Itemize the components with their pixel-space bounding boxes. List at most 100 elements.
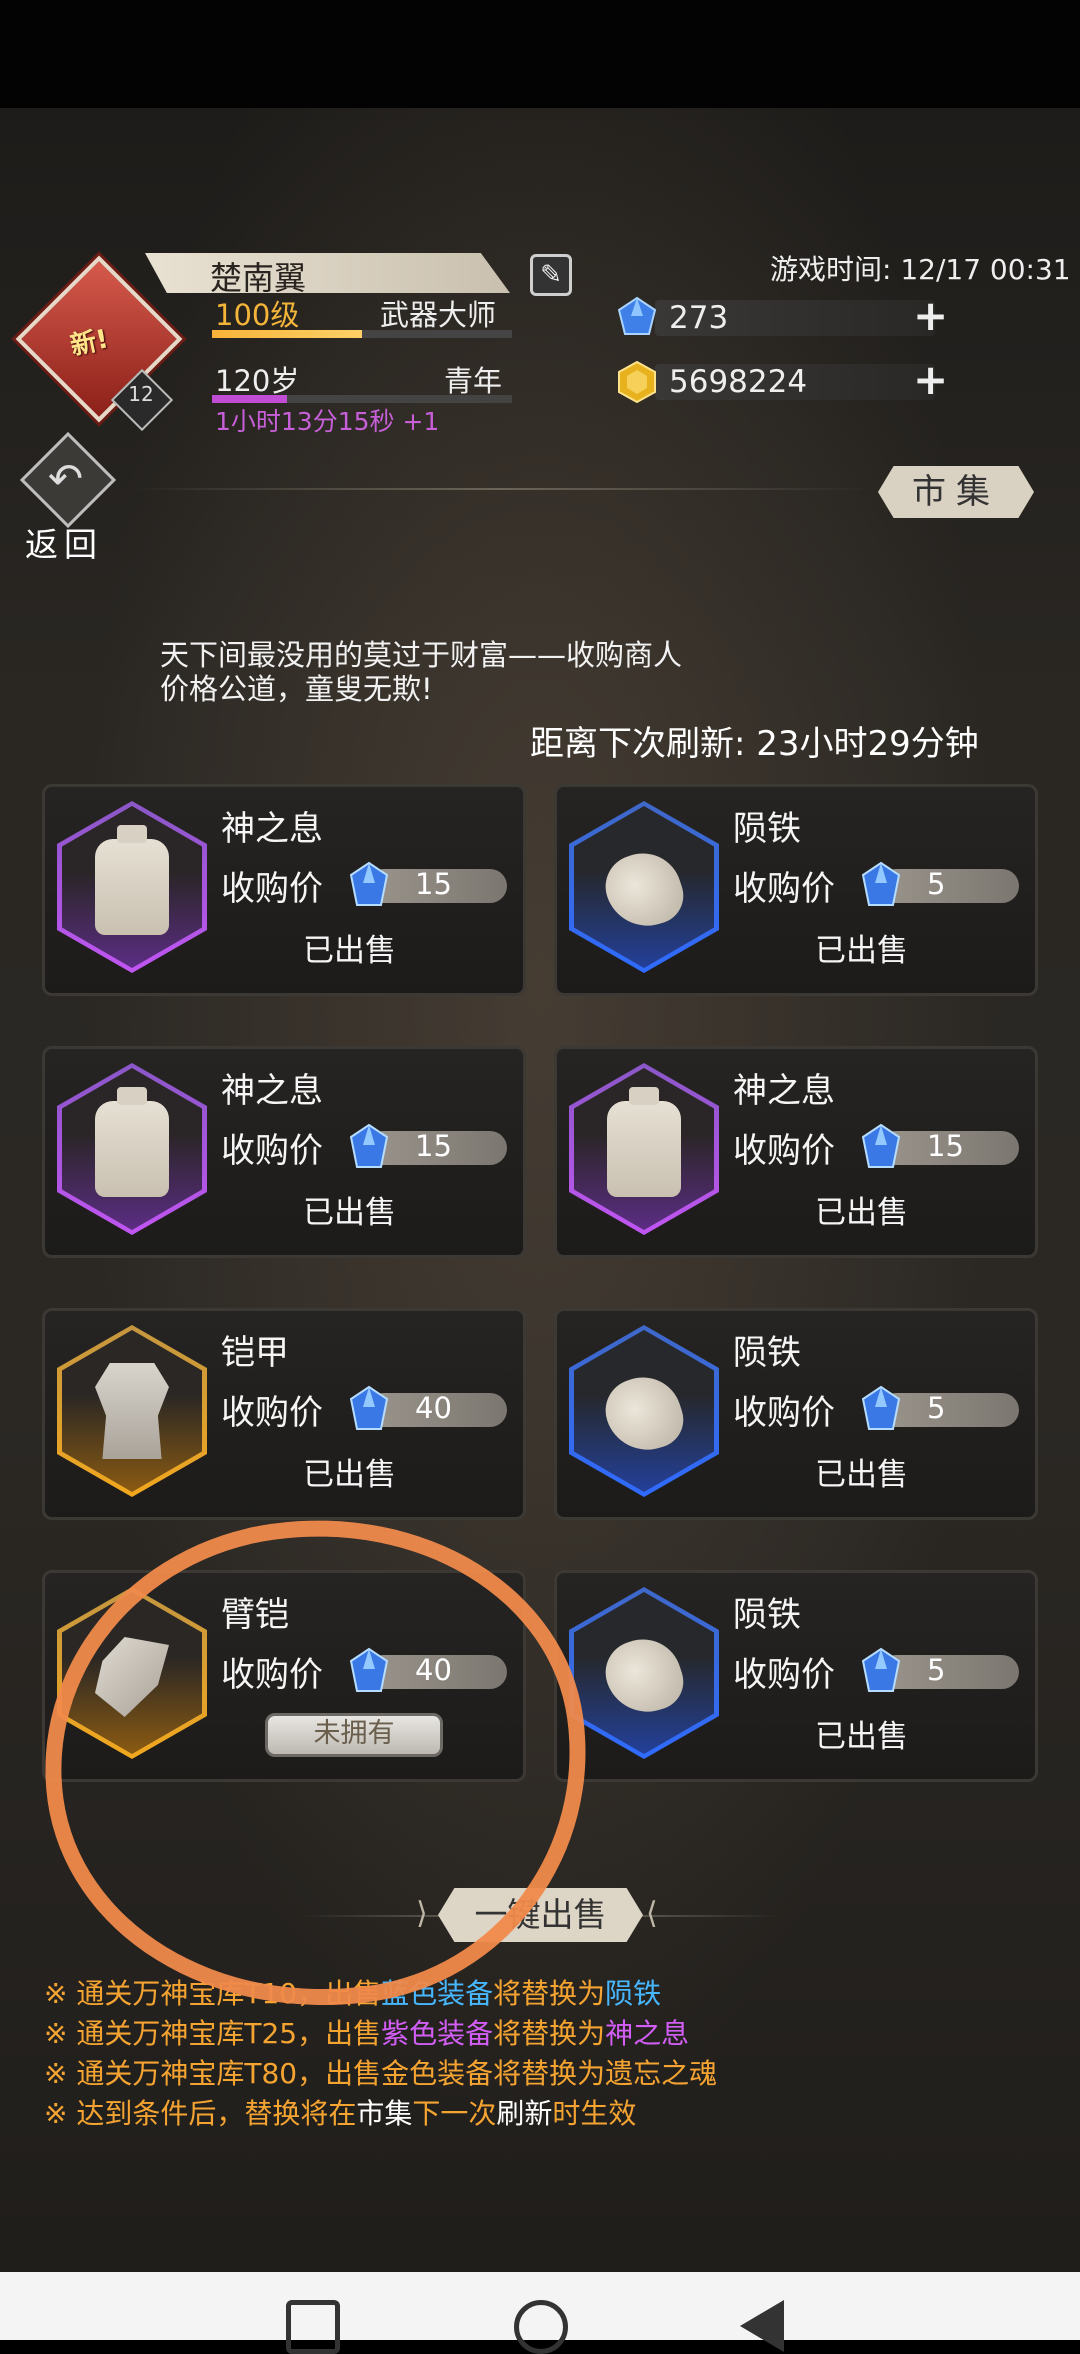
exp-bar [212, 330, 512, 338]
note-4-end: 时生效 [552, 2097, 637, 2130]
rarity-frame [569, 801, 719, 973]
rarity-frame [57, 801, 207, 973]
item-name: 陨铁 [733, 1333, 801, 1373]
item-card[interactable]: 臂铠 收购价 40 未拥有 [42, 1570, 526, 1782]
item-card[interactable]: 陨铁收购价 5 已出售 [554, 1570, 1038, 1782]
item-name: 臂铠 [221, 1595, 289, 1635]
item-name: 神之息 [221, 809, 323, 849]
price-value: 15 [415, 867, 452, 901]
price-label: 收购价 [221, 1393, 323, 1433]
item-name: 神之息 [733, 1071, 835, 1111]
blue-gem-icon [861, 1385, 901, 1430]
gold-coin-icon [618, 360, 656, 404]
note-4-mid: 下一次 [412, 2097, 497, 2130]
currency-gems: 273 + [615, 295, 955, 340]
bottle-icon [95, 1087, 169, 1197]
gold-value: 5698224 [669, 364, 808, 400]
back-arrow-icon: ↶ [48, 454, 84, 503]
sold-label: 已出售 [303, 1195, 396, 1231]
sold-label: 已出售 [815, 1457, 908, 1493]
note-3: ※ 通关万神宝库T80，出售金色装备将替换为遗忘之魂 [44, 2057, 718, 2090]
name-plate [145, 253, 510, 293]
sold-label: 已出售 [815, 1719, 908, 1755]
price-value: 40 [415, 1653, 452, 1687]
exp-bar-fill [212, 330, 362, 338]
sold-label: 已出售 [303, 933, 396, 969]
merchant-line-2: 价格公道，童叟无欺! [160, 672, 433, 706]
sell-all-button[interactable]: 一键出售 [438, 1888, 643, 1942]
rarity-frame [569, 1325, 719, 1497]
note-4: ※ 达到条件后，替换将在市集下一次刷新时生效 [44, 2092, 636, 2132]
age-timer: 1小时13分15秒 +1 [215, 407, 440, 436]
price-label: 收购价 [733, 869, 835, 909]
item-card[interactable]: 铠甲 收购价 40 已出售 [42, 1308, 526, 1520]
price-label: 收购价 [221, 1131, 323, 1171]
price-value: 15 [927, 1129, 964, 1163]
note-1-middle: 将替换为 [493, 1977, 606, 2010]
price-value: 15 [415, 1129, 452, 1163]
note-1-colored: 蓝色装备 [381, 1977, 494, 2010]
market-button[interactable]: 市集 [878, 466, 1034, 518]
rarity-frame [569, 1587, 719, 1759]
item-card[interactable]: 神之息收购价 15 已出售 [554, 1046, 1038, 1258]
blue-gem-icon [349, 861, 389, 906]
item-card[interactable]: 神之息收购价 15 已出售 [42, 1046, 526, 1258]
blue-gem-icon [349, 1123, 389, 1168]
system-back-button[interactable] [740, 2300, 784, 2352]
note-4-prefix: ※ 达到条件后，替换将在 [44, 2097, 357, 2130]
price-label: 收购价 [733, 1393, 835, 1433]
player-title: 武器大师 [380, 298, 497, 332]
price-value: 40 [415, 1391, 452, 1425]
blue-gem-icon [861, 1647, 901, 1692]
add-gems-icon[interactable]: + [913, 295, 948, 337]
blue-gem-icon [617, 296, 657, 335]
price-label: 收购价 [221, 869, 323, 909]
blue-gem-icon [861, 861, 901, 906]
status-bar [0, 0, 1080, 108]
sold-label: 已出售 [815, 1195, 908, 1231]
home-button[interactable] [514, 2300, 568, 2354]
note-1-result: 陨铁 [605, 1977, 662, 2010]
add-gold-icon[interactable]: + [913, 359, 948, 401]
not-owned-button[interactable]: 未拥有 [265, 1713, 443, 1757]
blue-gem-icon [861, 1123, 901, 1168]
note-1-prefix: ※ 通关万神宝库T10，出售 [44, 1977, 382, 2010]
bottle-icon [95, 825, 169, 935]
game-time: 游戏时间: 12/17 00:31 [770, 253, 1071, 286]
sold-label: 已出售 [815, 933, 908, 969]
item-name: 神之息 [221, 1071, 323, 1111]
blue-gem-icon [349, 1647, 389, 1692]
rarity-frame [57, 1325, 207, 1497]
item-card[interactable]: 神之息收购价 15 已出售 [42, 784, 526, 996]
screen: 新! 12 楚南翼 ✎ 100级 武器大师 120岁 青年 1小时13分15秒 … [0, 0, 1080, 2354]
item-name: 铠甲 [221, 1333, 289, 1373]
note-4-w2: 刷新 [496, 2097, 553, 2130]
bottle-icon [607, 1087, 681, 1197]
header-divider [130, 488, 870, 490]
price-value: 5 [927, 867, 946, 901]
edit-icon[interactable]: ✎ [530, 254, 572, 296]
item-card[interactable]: 陨铁 收购价 5 已出售 [554, 1308, 1038, 1520]
rarity-frame [57, 1587, 207, 1759]
note-4-w1: 市集 [356, 2097, 413, 2130]
price-label: 收购价 [733, 1131, 835, 1171]
armor-icon [95, 1363, 169, 1459]
note-2-prefix: ※ 通关万神宝库T25，出售 [44, 2017, 382, 2050]
rarity-frame [57, 1063, 207, 1235]
currency-gold: 5698224 + [615, 359, 955, 404]
price-label: 收购价 [733, 1655, 835, 1695]
new-badge: 新! [67, 324, 112, 362]
rarity-frame [569, 1063, 719, 1235]
player-age: 120岁 [215, 364, 300, 398]
note-1: ※ 通关万神宝库T10，出售蓝色装备将替换为陨铁 [44, 1972, 661, 2012]
note-2-colored: 紫色装备 [381, 2017, 494, 2050]
item-card[interactable]: 陨铁 收购价 5 已出售 [554, 784, 1038, 996]
refresh-countdown: 距离下次刷新: 23小时29分钟 [530, 724, 979, 764]
item-name: 陨铁 [733, 1595, 801, 1635]
blue-gem-icon [349, 1385, 389, 1430]
recent-apps-button[interactable] [286, 2300, 340, 2354]
price-value: 5 [927, 1653, 946, 1687]
note-2-result: 神之息 [605, 2017, 690, 2050]
sell-all-left-ornament: ⟩ [416, 1896, 428, 1931]
back-label[interactable]: 返回 [25, 518, 103, 566]
